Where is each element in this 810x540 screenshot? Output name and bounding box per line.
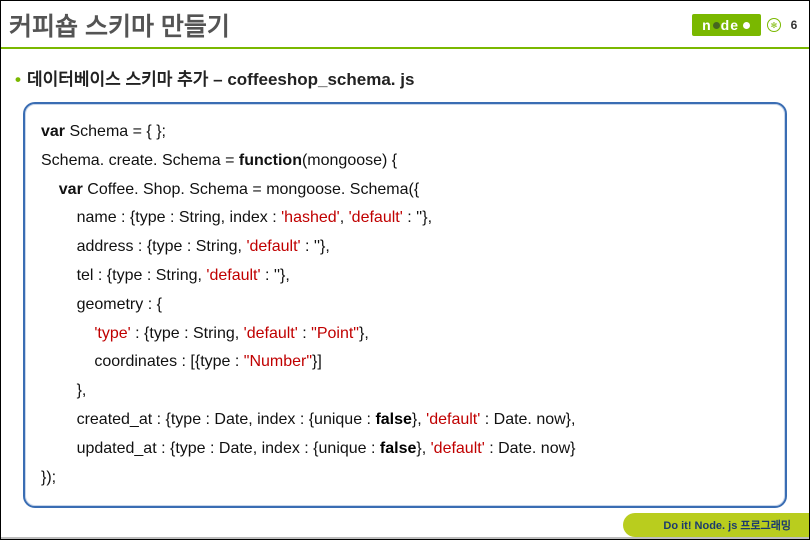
page-number: 6 xyxy=(787,18,801,32)
code-string: 'default' xyxy=(426,411,480,428)
code-text: tel : {type : String, xyxy=(41,267,206,284)
code-line: Schema. create. Schema = function(mongoo… xyxy=(41,147,769,176)
code-text: coordinates : [{type : xyxy=(41,353,244,370)
code-line: }, xyxy=(41,377,769,406)
code-text: address : {type : String, xyxy=(41,238,246,255)
code-string: 'default' xyxy=(244,325,298,342)
code-text: geometry : { xyxy=(41,296,162,313)
slide: 커피숍 스키마 만들기 n de ✻ 6 • 데이터베이스 스키마 추가 – co… xyxy=(0,0,810,540)
code-text xyxy=(41,325,94,342)
header-right: n de ✻ 6 xyxy=(692,14,801,36)
code-string: 'default' xyxy=(431,440,485,457)
logo-text-left: n xyxy=(702,17,712,33)
code-line: geometry : { xyxy=(41,291,769,320)
slide-title: 커피숍 스키마 만들기 xyxy=(9,7,230,43)
code-text: (mongoose) { xyxy=(302,152,397,169)
code-line: var Coffee. Shop. Schema = mongoose. Sch… xyxy=(41,176,769,205)
code-text: }, xyxy=(416,440,430,457)
body: • 데이터베이스 스키마 추가 – coffeeshop_schema. js v… xyxy=(1,49,809,516)
code-line: coordinates : [{type : "Number"}] xyxy=(41,348,769,377)
code-text: Schema. create. Schema = xyxy=(41,152,239,169)
code-box: var Schema = { }; Schema. create. Schema… xyxy=(23,102,787,508)
kw-var: var xyxy=(41,181,83,198)
subtitle-text: 데이터베이스 스키마 추가 – coffeeshop_schema. js xyxy=(27,70,414,89)
code-line: }); xyxy=(41,464,769,493)
code-text: created_at : {type : Date, index : {uniq… xyxy=(41,411,375,428)
gear-icon: ✻ xyxy=(767,18,781,32)
kw-false: false xyxy=(375,411,411,428)
code-line: name : {type : String, index : 'hashed',… xyxy=(41,204,769,233)
code-line: updated_at : {type : Date, index : {uniq… xyxy=(41,435,769,464)
node-logo: n de xyxy=(692,14,761,36)
hex-icon xyxy=(713,22,720,29)
bullet-icon: • xyxy=(15,70,21,89)
code-string: 'hashed' xyxy=(281,209,340,226)
code-text: : {type : String, xyxy=(131,325,244,342)
header: 커피숍 스키마 만들기 n de ✻ 6 xyxy=(1,1,809,49)
code-line: var Schema = { }; xyxy=(41,118,769,147)
code-text: : ''}, xyxy=(301,238,330,255)
code-string: 'default' xyxy=(246,238,300,255)
kw-function: function xyxy=(239,152,302,169)
code-text: : xyxy=(298,325,311,342)
code-string: 'type' xyxy=(94,325,130,342)
code-text: , xyxy=(340,209,349,226)
code-string: 'default' xyxy=(206,267,260,284)
code-string: "Number" xyxy=(244,353,312,370)
code-text: Schema = { }; xyxy=(65,123,166,140)
code-string: 'default' xyxy=(349,209,403,226)
kw-false: false xyxy=(380,440,416,457)
kw-var: var xyxy=(41,123,65,140)
footer-badge: Do it! Node. js 프로그래밍 xyxy=(623,513,809,537)
code-text: : Date. now}, xyxy=(480,411,575,428)
code-line: tel : {type : String, 'default' : ''}, xyxy=(41,262,769,291)
code-text: }); xyxy=(41,469,56,486)
code-line: address : {type : String, 'default' : ''… xyxy=(41,233,769,262)
footer-rule xyxy=(1,538,809,539)
hex-icon xyxy=(743,22,750,29)
code-text: }, xyxy=(412,411,426,428)
code-line: created_at : {type : Date, index : {uniq… xyxy=(41,406,769,435)
footer: Do it! Node. js 프로그래밍 xyxy=(1,538,809,539)
code-line: 'type' : {type : String, 'default' : "Po… xyxy=(41,320,769,349)
code-text: updated_at : {type : Date, index : {uniq… xyxy=(41,440,380,457)
code-text: : ''}, xyxy=(261,267,290,284)
code-text: }, xyxy=(41,382,86,399)
code-text: }] xyxy=(312,353,322,370)
code-text: Coffee. Shop. Schema = mongoose. Schema(… xyxy=(83,181,419,198)
subtitle-row: • 데이터베이스 스키마 추가 – coffeeshop_schema. js xyxy=(15,65,795,90)
code-text: : Date. now} xyxy=(485,440,576,457)
code-text: : ''}, xyxy=(403,209,432,226)
code-text: name : {type : String, index : xyxy=(41,209,281,226)
code-string: "Point" xyxy=(311,325,359,342)
logo-text-right: de xyxy=(721,17,739,33)
code-text: }, xyxy=(359,325,369,342)
